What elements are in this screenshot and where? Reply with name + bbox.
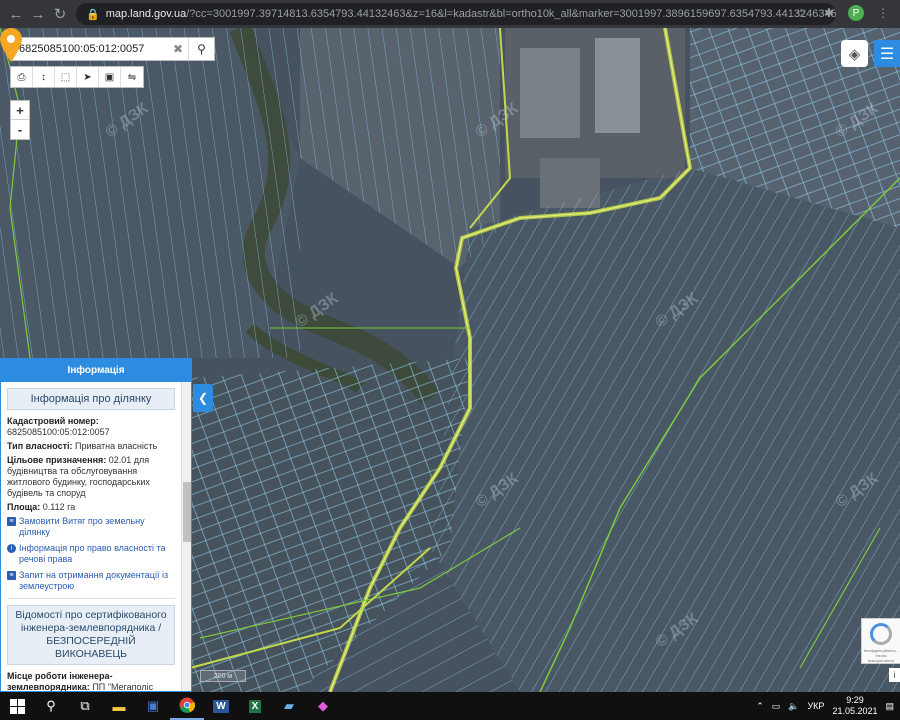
clock-time: 9:29 [846,695,864,705]
search-button[interactable]: ⚲ [188,38,214,60]
purpose-label: Цільове призначення: [7,455,107,465]
reload-icon[interactable]: ↻ [50,4,70,24]
excel-icon[interactable]: X [238,692,272,720]
area-row: Площа: 0.112 га [7,502,175,513]
forward-icon[interactable]: → [28,4,48,24]
zoom-in-button[interactable]: + [11,101,29,120]
search-input[interactable] [11,38,168,60]
lock-icon: 🔒 [86,8,100,21]
windows-taskbar: ⚲ ⧉ ▬ ▣ W X ▰ ◆ ⌃ ▭ 🔈 УКР 9:29 21.05.202… [0,692,900,720]
windows-icon [9,698,25,714]
clear-icon[interactable]: ✖ [168,42,188,56]
ownership-label: Тип власності: [7,441,73,451]
ownership-info-link[interactable]: i Інформація про право власності та речов… [7,543,175,565]
map-toolbar: ⎙ ↕ ⬚ ➤ ▣ ⇋ [10,66,144,88]
area-label: Площа: [7,502,41,512]
ownership-row: Тип власності: Приватна власність [7,441,175,452]
notes-app-icon[interactable]: ▰ [272,692,306,720]
more-menu-icon[interactable]: ⋮ [874,4,892,22]
hamburger-icon: ☰ [879,45,895,63]
volume-icon[interactable]: 🔈 [788,701,799,712]
info-panel: Інформація Інформація про ділянку Кадаст… [0,358,192,692]
recaptcha-badge[interactable]: Конфіденційність - Умови використання [861,618,900,664]
network-icon[interactable]: ▭ [772,701,781,712]
search-icon[interactable]: ⚲ [34,692,68,720]
document-icon: ≡ [7,517,16,526]
measure-area-icon[interactable]: ⬚ [55,67,77,87]
location-marker-icon[interactable] [0,28,22,62]
maps-app-icon[interactable]: ◆ [306,692,340,720]
recaptcha-icon [870,623,892,645]
map-info-icon[interactable]: i [889,668,900,682]
cadastral-search: ✖ ⚲ [10,37,215,61]
divider [7,598,175,599]
engineer-info-title: Відомості про сертифікованого інженера-з… [7,605,175,665]
layers-button[interactable]: ◈ [841,40,868,67]
clock[interactable]: 9:29 21.05.2021 [832,695,877,717]
documentation-request-link[interactable]: ≡ Запит на отримання документації із земл… [7,570,175,592]
parcel-info-title: Інформація про ділянку [7,388,175,410]
order-extract-label: Замовити Витяг про земельну ділянку [19,516,145,537]
info-icon: i [7,544,16,553]
zoom-out-button[interactable]: - [11,120,29,139]
route-icon[interactable]: ⇋ [121,67,143,87]
chevron-up-icon[interactable]: ⌃ [756,701,764,712]
cadastral-value: 6825085100:05:012:0057 [7,427,110,437]
address-bar[interactable]: 🔒 map.land.gov.ua/?cc=3001997.39714813.6… [76,3,836,25]
chevron-left-icon: ❮ [197,391,209,405]
extensions-icon[interactable]: ✱ [820,4,838,22]
cadastral-label: Кадастровий номер: [7,416,99,426]
zoom-control: + - [10,100,30,140]
ownership-info-label: Інформація про право власності та речові… [19,543,166,564]
scrollbar-thumb[interactable] [183,482,191,542]
keyboard-language[interactable]: УКР [807,701,824,711]
info-panel-body: Інформація про ділянку Кадастровий номер… [1,382,181,691]
save-app-icon[interactable]: ▣ [136,692,170,720]
browser-toolbar: ← → ↻ 🔒 map.land.gov.ua/?cc=3001997.3971… [0,0,900,28]
notifications-icon[interactable]: ▤ [885,701,894,712]
url-path: /?cc=3001997.39714813.6354793.44132463&z… [186,8,836,20]
chrome-icon[interactable] [170,692,204,720]
pointer-icon[interactable]: ➤ [77,67,99,87]
document-icon: ≡ [7,571,16,580]
identify-icon[interactable]: ▣ [99,67,121,87]
info-panel-scrollbar[interactable] [181,382,191,691]
layers-icon: ◈ [848,45,861,63]
workplace-row: Місце роботи інженера-землевпорядника: П… [7,671,175,691]
area-value: 0.112 га [42,502,76,512]
start-button[interactable] [0,692,34,720]
purpose-row: Цільове призначення: 02.01 для будівницт… [7,455,175,499]
scale-bar: 200 м [200,670,246,682]
info-panel-header: Інформація [1,359,191,382]
star-icon[interactable]: ☆ [792,4,810,22]
file-explorer-icon[interactable]: ▬ [102,692,136,720]
system-tray: ⌃ ▭ 🔈 УКР 9:29 21.05.2021 ▤ [756,692,900,720]
print-icon[interactable]: ⎙ [11,67,33,87]
ownership-value: Приватна власність [75,441,158,451]
recaptcha-text: Конфіденційність - Умови використання [863,648,899,663]
cadastral-row: Кадастровий номер: 6825085100:05:012:0057 [7,416,175,438]
back-icon[interactable]: ← [6,4,26,24]
word-icon[interactable]: W [204,692,238,720]
map-canvas[interactable]: © ДЗК © ДЗК © ДЗК © ДЗК © ДЗК © ДЗК © ДЗ… [0,28,900,692]
documentation-request-label: Запит на отримання документації із земле… [19,570,169,591]
menu-button[interactable]: ☰ [874,40,900,67]
task-view-icon[interactable]: ⧉ [68,692,102,720]
measure-line-icon[interactable]: ↕ [33,67,55,87]
order-extract-link[interactable]: ≡ Замовити Витяг про земельну ділянку [7,516,175,538]
clock-date: 21.05.2021 [832,706,878,716]
collapse-panel-button[interactable]: ❮ [193,384,213,412]
url-host: map.land.gov.ua [105,8,187,20]
profile-avatar[interactable]: P [848,5,864,21]
search-icon: ⚲ [197,42,206,56]
